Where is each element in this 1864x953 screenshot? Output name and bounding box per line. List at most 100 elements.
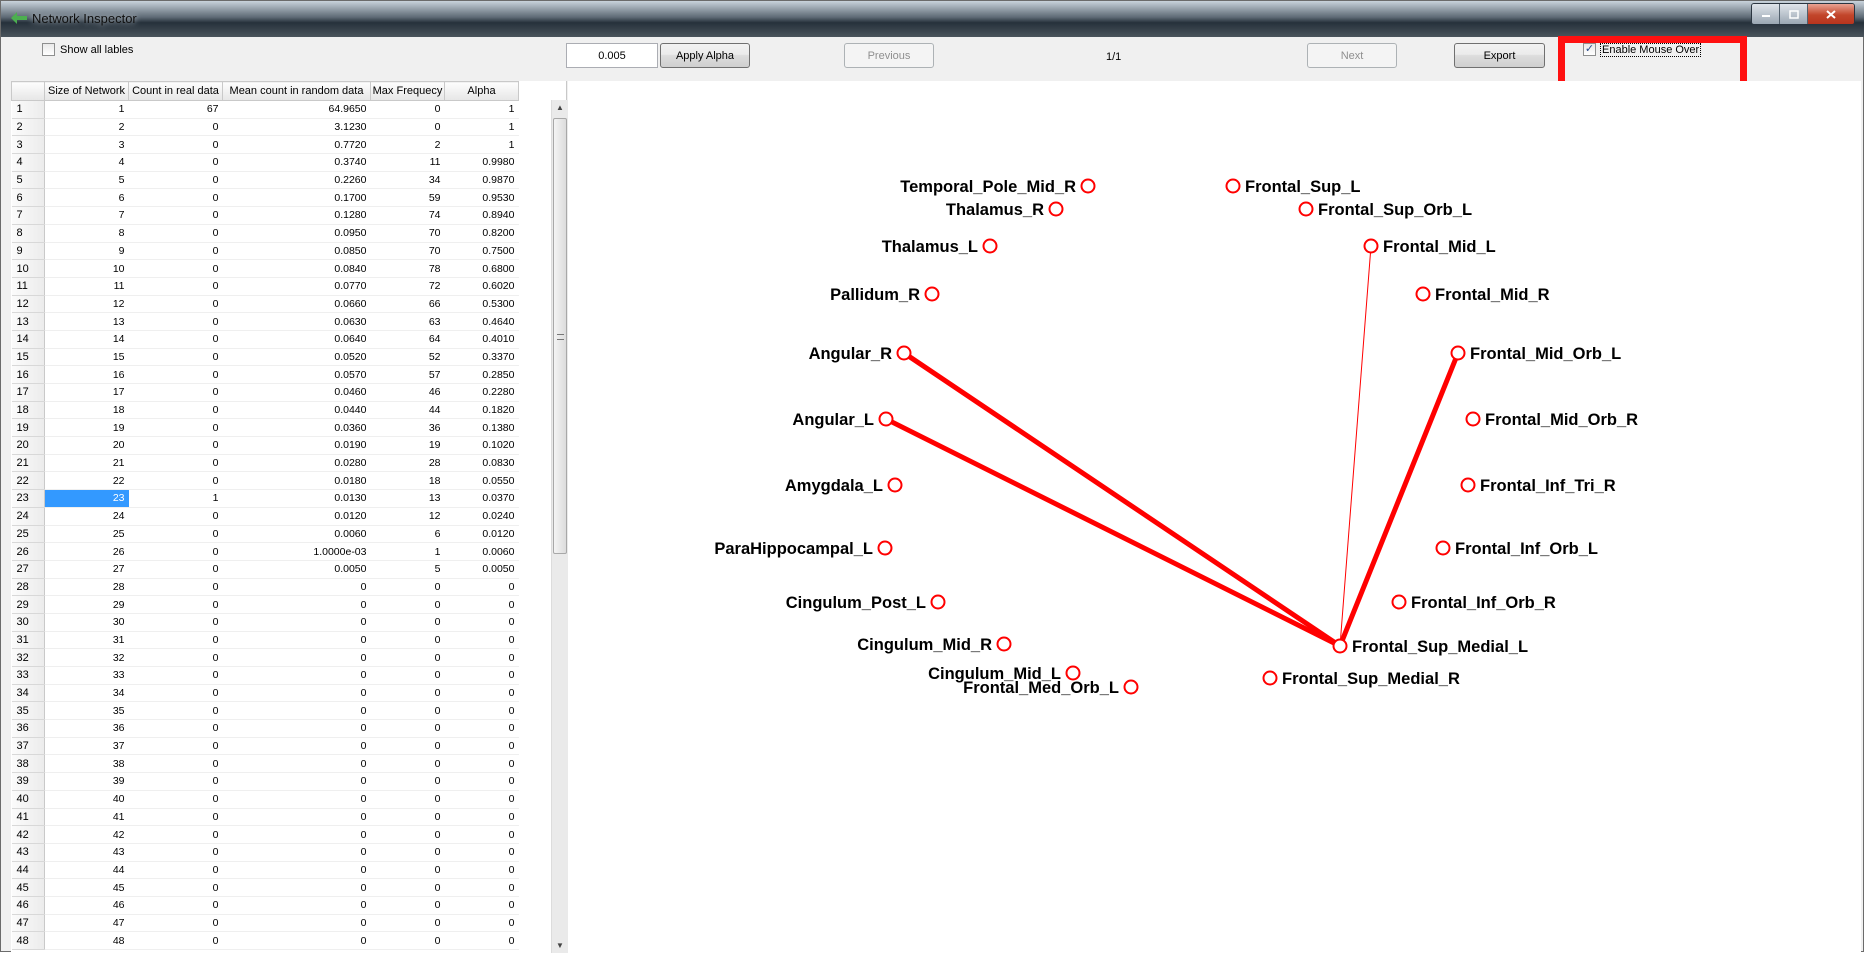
table-cell[interactable]: 27 <box>44 560 129 579</box>
network-node[interactable]: Frontal_Sup_L <box>1225 178 1361 196</box>
table-cell[interactable]: 0 <box>128 471 223 491</box>
table-row[interactable]: 26 26 0 1.0000e-03 1 0.0060 <box>11 542 552 561</box>
table-cell[interactable]: 28 <box>370 454 445 473</box>
table-cell[interactable]: 3.1230 <box>222 118 371 137</box>
row-header[interactable]: 2 <box>11 118 45 137</box>
table-cell[interactable]: 0 <box>444 931 519 950</box>
title-bar[interactable]: Network Inspector <box>1 1 1864 37</box>
table-cell[interactable]: 0.0060 <box>444 542 519 561</box>
network-node[interactable]: Pallidum_R <box>830 286 940 304</box>
table-cell[interactable]: 0 <box>128 737 223 756</box>
node-marker[interactable] <box>930 594 946 610</box>
network-node[interactable]: Frontal_Sup_Orb_L <box>1298 201 1473 219</box>
table-row[interactable]: 25 25 0 0.0060 6 0.0120 <box>11 525 552 544</box>
table-cell[interactable]: 25 <box>44 525 129 544</box>
row-header[interactable]: 44 <box>11 861 45 880</box>
table-cell[interactable]: 39 <box>44 772 129 791</box>
row-header[interactable]: 40 <box>11 790 45 809</box>
row-header[interactable]: 11 <box>11 277 45 296</box>
node-marker[interactable] <box>1415 286 1431 302</box>
table-cell[interactable]: 0.6020 <box>444 277 519 296</box>
table-cell[interactable]: 37 <box>44 737 129 756</box>
table-cell[interactable]: 0 <box>128 701 223 721</box>
table-cell[interactable]: 17 <box>44 383 129 402</box>
scrollbar-thumb[interactable] <box>553 118 567 554</box>
table-cell[interactable]: 0 <box>128 560 223 579</box>
table-cell[interactable]: 0.0190 <box>222 436 371 455</box>
table-row[interactable]: 14 14 0 0.0640 64 0.4010 <box>11 330 552 349</box>
table-cell[interactable]: 0 <box>128 719 223 738</box>
row-header[interactable]: 6 <box>11 188 45 208</box>
table-row[interactable]: 7 7 0 0.1280 74 0.8940 <box>11 206 552 225</box>
table-cell[interactable]: 0.0120 <box>222 507 371 526</box>
table-cell[interactable]: 0 <box>128 383 223 402</box>
table-cell[interactable]: 0 <box>370 878 445 897</box>
table-cell[interactable]: 0 <box>444 825 519 844</box>
row-header[interactable]: 1 <box>11 100 45 119</box>
table-cell[interactable]: 0 <box>128 648 223 667</box>
table-cell[interactable]: 36 <box>370 418 445 438</box>
maximize-button[interactable] <box>1780 4 1808 24</box>
export-button[interactable]: Export <box>1454 43 1545 68</box>
table-row[interactable]: 23 23 1 0.0130 13 0.0370 <box>11 489 552 508</box>
minimize-button[interactable] <box>1752 4 1780 24</box>
table-cell[interactable]: 0 <box>370 578 445 597</box>
table-cell[interactable]: 48 <box>44 931 129 950</box>
table-row[interactable]: 41 41 0 0 0 0 <box>11 808 552 827</box>
table-cell[interactable]: 0 <box>128 861 223 880</box>
table-row[interactable]: 31 31 0 0 0 0 <box>11 631 552 650</box>
node-marker[interactable] <box>1262 670 1278 686</box>
table-row[interactable]: 5 5 0 0.2260 34 0.9870 <box>11 171 552 190</box>
row-header[interactable]: 4 <box>11 153 45 172</box>
table-cell[interactable]: 0 <box>370 719 445 738</box>
table-cell[interactable]: 1 <box>44 100 129 119</box>
table-cell[interactable]: 0.0550 <box>444 471 519 491</box>
table-cell[interactable]: 0 <box>370 648 445 667</box>
network-node[interactable]: Thalamus_L <box>882 238 998 256</box>
table-cell[interactable]: 0 <box>128 896 223 915</box>
table-cell[interactable]: 35 <box>44 701 129 721</box>
row-header[interactable]: 19 <box>11 418 45 438</box>
node-marker[interactable] <box>1048 201 1064 217</box>
table-cell[interactable]: 0.0630 <box>222 312 371 331</box>
table-cell[interactable]: 41 <box>44 808 129 827</box>
node-marker[interactable] <box>877 540 893 556</box>
table-cell[interactable]: 11 <box>370 153 445 172</box>
table-row[interactable]: 33 33 0 0 0 0 <box>11 666 552 685</box>
table-row[interactable]: 39 39 0 0 0 0 <box>11 772 552 791</box>
table-cell[interactable]: 33 <box>44 666 129 685</box>
network-node[interactable]: Frontal_Inf_Orb_R <box>1391 594 1556 612</box>
table-cell[interactable]: 0 <box>222 631 371 650</box>
table-cell[interactable]: 5 <box>44 171 129 190</box>
close-button[interactable] <box>1808 4 1854 24</box>
table-cell[interactable]: 38 <box>44 754 129 774</box>
network-node[interactable]: Cingulum_Mid_R <box>857 636 1012 654</box>
table-cell[interactable]: 0.0570 <box>222 365 371 384</box>
table-cell[interactable]: 8 <box>44 224 129 243</box>
table-cell[interactable]: 19 <box>370 436 445 455</box>
row-header[interactable]: 23 <box>11 489 45 508</box>
table-cell[interactable]: 26 <box>44 542 129 561</box>
table-cell[interactable]: 0.0640 <box>222 330 371 349</box>
table-cell[interactable]: 0 <box>370 896 445 915</box>
table-cell[interactable]: 63 <box>370 312 445 331</box>
column-header[interactable]: Count in real data <box>128 81 223 101</box>
row-header[interactable]: 7 <box>11 206 45 225</box>
network-edge[interactable] <box>883 416 1343 649</box>
network-node[interactable]: Frontal_Sup_Medial_R <box>1262 670 1460 688</box>
node-marker[interactable] <box>1080 178 1096 194</box>
table-cell[interactable]: 0 <box>128 843 223 862</box>
network-node[interactable]: Angular_L <box>792 411 894 429</box>
table-cell[interactable]: 0 <box>444 914 519 933</box>
table-cell[interactable]: 70 <box>370 242 445 261</box>
table-row[interactable]: 2 2 0 3.1230 0 1 <box>11 118 552 137</box>
table-cell[interactable]: 0 <box>128 931 223 950</box>
table-cell[interactable]: 0 <box>128 790 223 809</box>
table-cell[interactable]: 0.0120 <box>444 525 519 544</box>
row-header[interactable]: 46 <box>11 896 45 915</box>
table-row[interactable]: 12 12 0 0.0660 66 0.5300 <box>11 295 552 314</box>
table-cell[interactable]: 0 <box>128 259 223 278</box>
network-edge[interactable] <box>901 350 1343 649</box>
table-cell[interactable]: 0 <box>370 772 445 791</box>
table-cell[interactable]: 72 <box>370 277 445 296</box>
